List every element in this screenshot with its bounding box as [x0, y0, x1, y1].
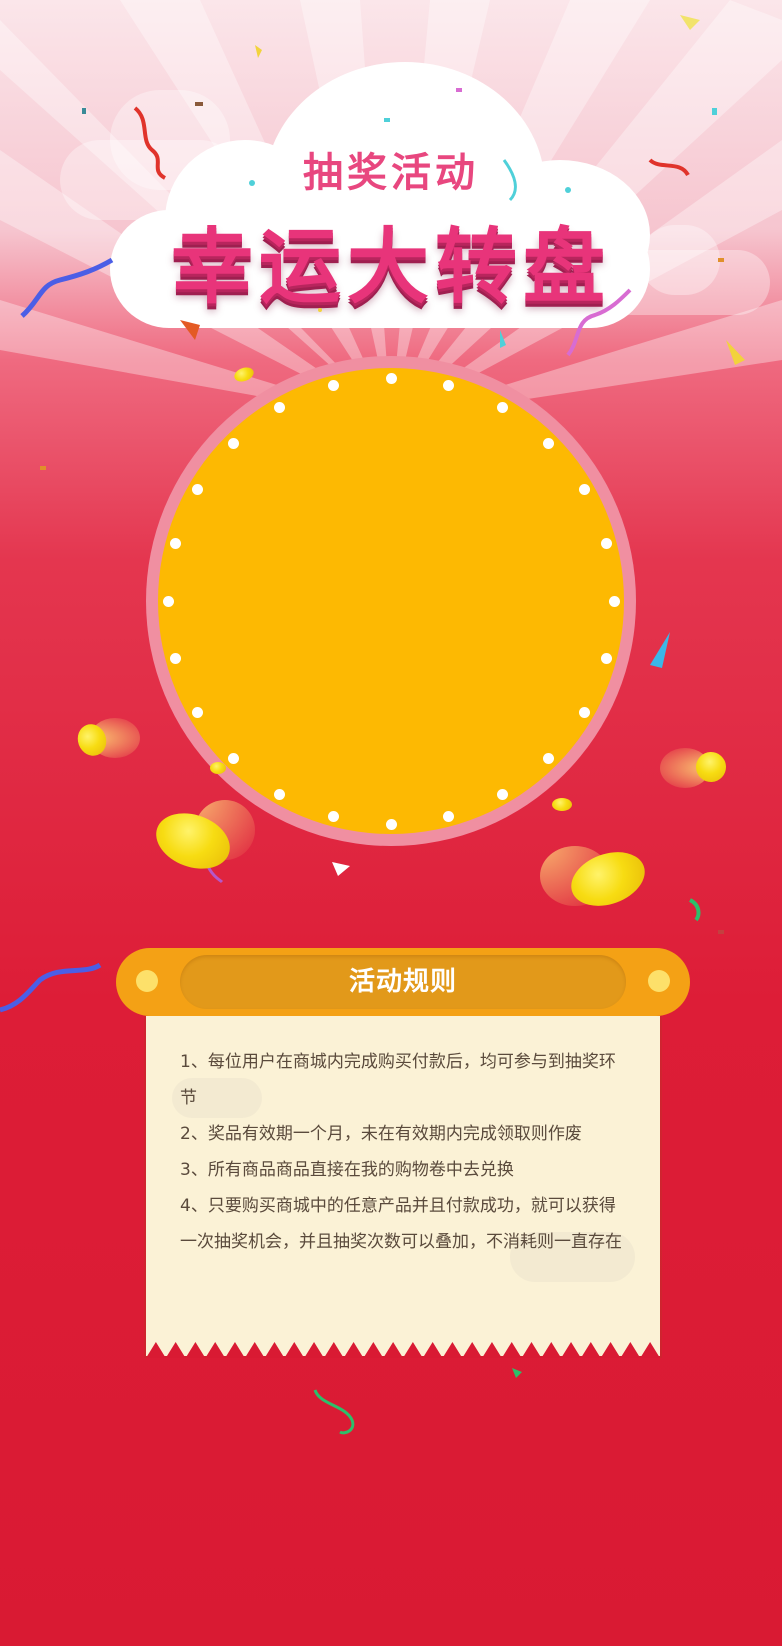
wheel-bulb — [227, 753, 239, 765]
rule-item: 3、所有商品商品直接在我的购物卷中去兑换 — [180, 1160, 514, 1180]
wheel-bulb — [385, 372, 397, 384]
gold-coin — [210, 762, 226, 774]
rivet-right — [648, 970, 670, 992]
wheel-bulb — [170, 537, 182, 549]
prize-wheel[interactable] — [158, 368, 624, 834]
rule-item: 4、只要购买商城中的任意产品并且付款成功，就可以获得一次抽奖机会，并且抽奖次数可… — [180, 1196, 622, 1252]
wheel-bulb — [274, 788, 285, 800]
wheel-bulb — [162, 595, 174, 607]
gold-coin — [552, 798, 572, 811]
rule-item: 1、每位用户在商城内完成购买付款后，均可参与到抽奖环节 — [180, 1052, 616, 1108]
rule-item: 2、奖品有效期一个月，未在有效期内完成领取则作废 — [180, 1124, 582, 1144]
rivet-left — [136, 970, 158, 992]
wheel-bulb — [497, 788, 508, 800]
wheel-bulb — [578, 484, 590, 495]
wheel-bulb — [227, 437, 239, 449]
wheel-bulb — [327, 380, 339, 392]
wheel-bulb — [385, 818, 397, 830]
rules-list: 1、每位用户在商城内完成购买付款后，均可参与到抽奖环节 2、奖品有效期一个月，未… — [180, 1044, 630, 1260]
wheel-bulb — [608, 595, 620, 607]
wheel-bulb — [327, 810, 339, 822]
wheel-bulb — [543, 437, 555, 449]
rules-title: 活动规则 — [348, 967, 457, 997]
paper-zigzag-edge — [146, 1342, 660, 1358]
wheel-bulb — [578, 707, 590, 718]
wheel-bulb — [600, 537, 612, 549]
